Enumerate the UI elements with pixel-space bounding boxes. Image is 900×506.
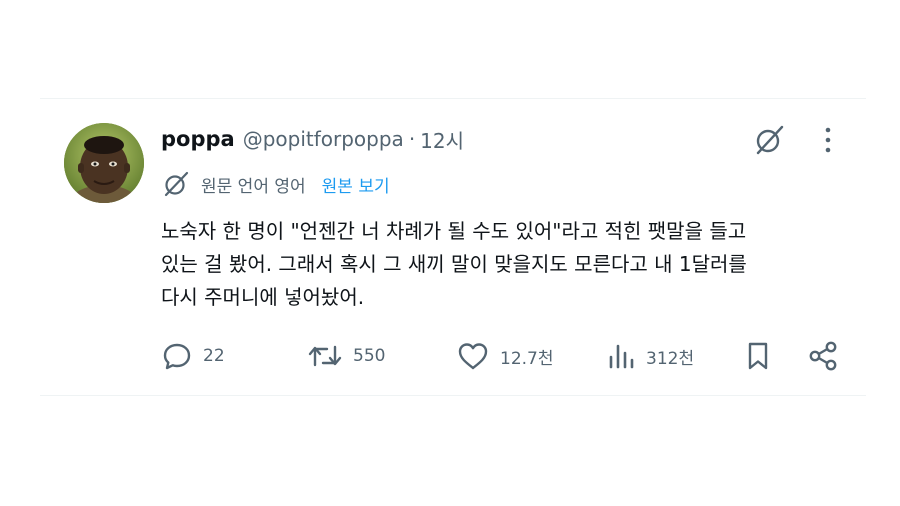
- bookmark-icon: [743, 340, 773, 372]
- repost-icon: [307, 340, 343, 372]
- translate-icon: [161, 169, 191, 199]
- repost-button[interactable]: 550: [307, 339, 385, 373]
- reply-button[interactable]: 22: [161, 339, 225, 373]
- avatar[interactable]: [64, 123, 144, 203]
- reply-icon: [161, 340, 193, 372]
- tweet-text: 노숙자 한 명이 "언젠간 너 차례가 될 수도 있어"라고 적힌 팻말을 들고…: [161, 215, 851, 314]
- tweet-timestamp[interactable]: 12시: [420, 125, 464, 154]
- bookmark-button[interactable]: [743, 339, 773, 373]
- share-button[interactable]: [806, 339, 840, 373]
- author-handle[interactable]: @popitforpoppa: [243, 127, 404, 151]
- views-count: 312천: [646, 348, 695, 369]
- show-original-link[interactable]: 원본 보기: [322, 172, 390, 197]
- action-bar: 22 550 12.7천 312천: [161, 339, 841, 373]
- author-display-name[interactable]: poppa: [161, 127, 235, 151]
- tweet-text-line: 다시 주머니에 넣어놨어.: [161, 285, 365, 309]
- tweet-card[interactable]: poppa @popitforpoppa · 12시 원문 언어 영어 원본 보…: [40, 99, 866, 395]
- views-icon: [606, 340, 636, 372]
- like-icon: [456, 340, 490, 372]
- like-count: 12.7천: [500, 348, 554, 369]
- like-button[interactable]: 12.7천: [456, 339, 554, 373]
- tweet-text-line: 노숙자 한 명이 "언젠간 너 차례가 될 수도 있어"라고 적힌 팻말을 들고: [161, 219, 747, 243]
- tweet-header: poppa @popitforpoppa · 12시: [161, 123, 464, 155]
- translation-label: 원문 언어 영어: [201, 176, 306, 197]
- reply-count: 22: [203, 346, 225, 366]
- share-icon: [806, 340, 840, 372]
- views-button[interactable]: 312천: [606, 339, 694, 373]
- bottom-divider: [40, 395, 866, 396]
- more-icon[interactable]: [818, 125, 838, 155]
- grok-icon[interactable]: [752, 123, 786, 157]
- separator-dot: ·: [408, 127, 416, 151]
- translation-row: 원문 언어 영어 원본 보기: [161, 169, 390, 199]
- tweet-text-line: 있는 걸 봤어. 그래서 혹시 그 새끼 말이 맞을지도 모른다고 내 1달러를: [161, 252, 747, 276]
- repost-count: 550: [353, 346, 386, 366]
